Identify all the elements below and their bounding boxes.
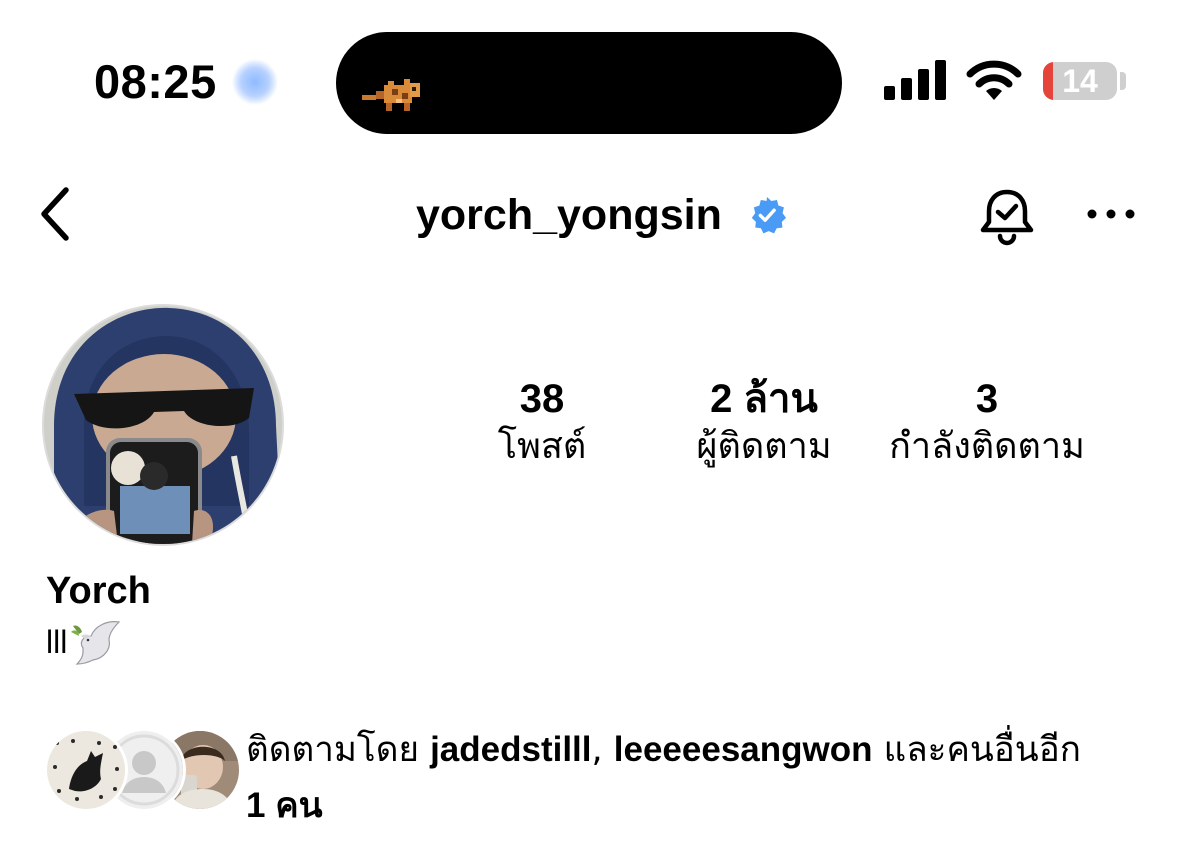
followed-by-prefix: ติดตามโดย bbox=[246, 730, 431, 770]
bio-text: lll bbox=[46, 624, 68, 660]
following-count: 3 bbox=[975, 377, 999, 421]
display-name: Yorch bbox=[46, 570, 151, 612]
more-options-icon[interactable] bbox=[1086, 196, 1136, 232]
stat-followers[interactable]: 2 ล้าน ผู้ติดตาม bbox=[676, 376, 852, 470]
battery-percentage: 14 bbox=[1062, 63, 1098, 99]
followed-by-text[interactable]: ติดตามโดย jadedstilll, leeeeesangwon และ… bbox=[246, 722, 1176, 834]
follower-avatar-jadedstilll[interactable] bbox=[44, 728, 128, 812]
posts-label: โพสต์ bbox=[497, 426, 587, 467]
status-time: 08:25 bbox=[94, 55, 217, 108]
wifi-icon bbox=[966, 60, 1022, 100]
pixel-cat-icon bbox=[362, 79, 420, 111]
posts-count: 38 bbox=[519, 377, 565, 421]
following-label: กำลังติดตาม bbox=[889, 426, 1085, 467]
followed-by-and-others: และคนอื่นอีก bbox=[872, 730, 1081, 770]
focus-indicator-icon bbox=[233, 60, 277, 104]
followers-count: 2 ล้าน bbox=[710, 377, 818, 421]
follower-link-jadedstilll[interactable]: jadedstilll bbox=[430, 730, 591, 769]
stat-following[interactable]: 3 กำลังติดตาม bbox=[872, 376, 1102, 470]
dove-icon bbox=[71, 621, 121, 665]
followed-by-others-count[interactable]: 1 คน bbox=[246, 786, 323, 825]
back-chevron-icon[interactable] bbox=[34, 184, 78, 244]
bio: lll bbox=[46, 618, 121, 668]
avatar-photo bbox=[44, 306, 282, 544]
battery-cap bbox=[1120, 72, 1126, 90]
verified-badge-icon bbox=[751, 196, 786, 234]
followers-label: ผู้ติดตาม bbox=[696, 426, 832, 467]
notification-bell-check-icon[interactable] bbox=[976, 186, 1038, 246]
mini-avatar-photo bbox=[47, 731, 125, 809]
follower-link-leeeeesangwon[interactable]: leeeeesangwon bbox=[614, 730, 873, 769]
stat-posts[interactable]: 38 โพสต์ bbox=[460, 376, 624, 470]
profile-avatar[interactable] bbox=[44, 306, 282, 544]
cellular-signal-icon bbox=[884, 60, 946, 100]
followed-by-separator: , bbox=[591, 730, 614, 770]
profile-username: yorch_yongsin bbox=[416, 191, 722, 239]
battery-indicator: 14 bbox=[1043, 62, 1117, 100]
